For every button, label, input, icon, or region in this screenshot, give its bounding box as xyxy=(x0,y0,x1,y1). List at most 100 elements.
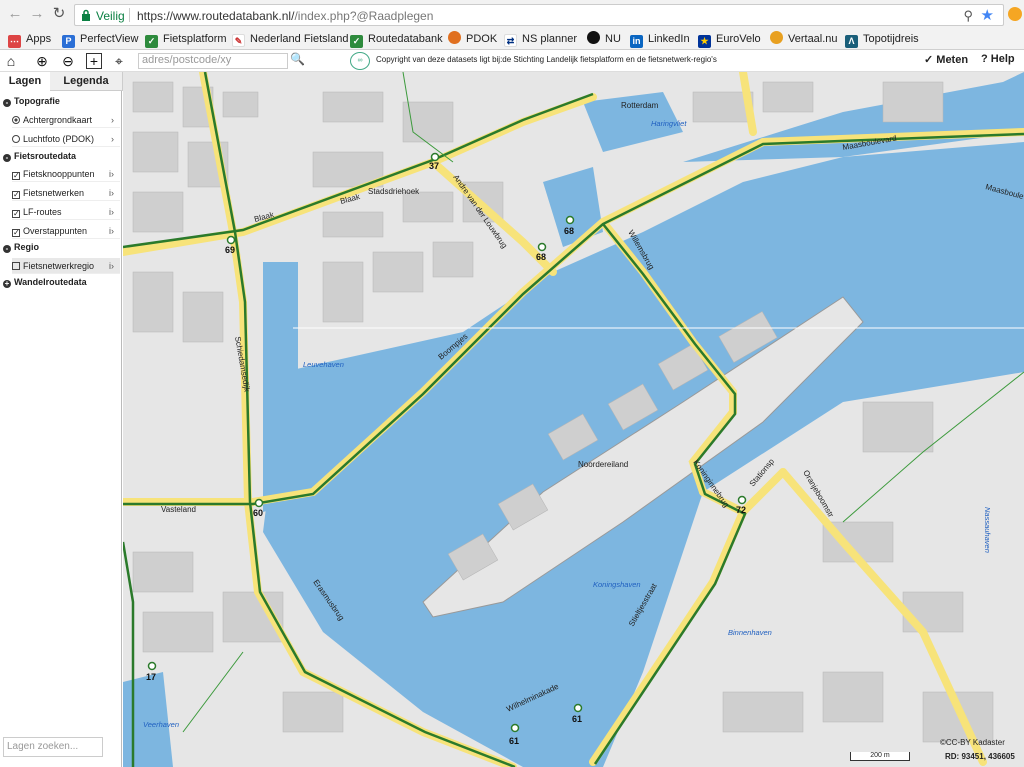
node-marker[interactable] xyxy=(537,242,547,252)
map-canvas[interactable]: Blaak Blaak Stadsdriehoek Andre van der … xyxy=(123,72,1024,767)
node-label[interactable]: 17 xyxy=(146,672,156,682)
extension-icon[interactable] xyxy=(1008,7,1022,21)
node-marker[interactable] xyxy=(430,152,440,162)
eurovelo-icon: ★ xyxy=(698,35,711,48)
checkbox-icon[interactable]: ✓ xyxy=(12,172,20,180)
bookmark-routedatabank[interactable]: ✓ Routedatabank xyxy=(350,31,443,48)
zoom-box-icon[interactable]: + xyxy=(86,53,102,69)
question-icon: ? xyxy=(981,53,991,65)
bookmark-fietsplatform[interactable]: ✓ Fietsplatform xyxy=(145,31,227,48)
zoom-icon[interactable]: ⚲ xyxy=(963,8,973,24)
checkbox-icon[interactable]: ✓ xyxy=(12,191,20,199)
bookmark-label: Nederland Fietsland xyxy=(250,33,349,45)
node-label[interactable]: 72 xyxy=(736,505,746,515)
bookmark-label: NU xyxy=(605,33,621,45)
chevron-right-icon[interactable]: › xyxy=(111,131,114,147)
security-label: Veilig xyxy=(96,9,125,23)
node-marker[interactable] xyxy=(254,498,264,508)
chevron-right-icon[interactable]: › xyxy=(111,112,114,128)
tab-lagen[interactable]: Lagen xyxy=(0,72,50,91)
node-marker[interactable] xyxy=(565,215,575,225)
layer-fietsnetwerkregio[interactable]: Fietsnetwerkregio i› xyxy=(12,258,120,274)
checkbox-icon[interactable] xyxy=(12,262,20,270)
checkbox-icon[interactable]: ✓ xyxy=(12,229,20,237)
locate-icon[interactable]: ⌖ xyxy=(110,52,128,70)
bookmark-fietsland[interactable]: ✎ Nederland Fietsland xyxy=(232,31,348,47)
bookmark-linkedin[interactable]: in LinkedIn xyxy=(630,31,690,48)
scale-bar: 200 m xyxy=(850,752,910,761)
radio-icon[interactable] xyxy=(12,116,20,124)
place-label: Rotterdam xyxy=(621,101,659,110)
search-icon[interactable]: 🔍 xyxy=(290,52,305,66)
group-wandelroutedata[interactable]: + Wandelroutedata xyxy=(3,277,87,288)
zoom-out-icon[interactable]: ⊖ xyxy=(59,52,77,70)
bookmark-topotijdreis[interactable]: Λ Topotijdreis xyxy=(845,31,919,48)
map-svg[interactable]: Blaak Blaak Stadsdriehoek Andre van der … xyxy=(123,72,1024,767)
layer-fietsnetwerken[interactable]: ✓ Fietsnetwerken i› xyxy=(12,185,120,201)
water-label: Veerhaven xyxy=(143,720,179,729)
bookmark-vertaal[interactable]: Vertaal.nu xyxy=(770,31,838,47)
bookmark-ns[interactable]: ⇄ NS planner xyxy=(504,31,577,47)
bookmark-apps[interactable]: ⋯ Apps xyxy=(8,31,51,48)
info-icon[interactable]: i› xyxy=(109,223,114,239)
checkbox-icon[interactable]: ✓ xyxy=(12,210,20,218)
layer-lf-routes[interactable]: ✓ LF-routes i› xyxy=(12,204,120,220)
tab-legenda[interactable]: Legenda xyxy=(56,72,116,91)
group-topografie[interactable]: - Topografie xyxy=(3,96,60,107)
group-label: Fietsroutedata xyxy=(14,151,77,161)
node-label[interactable]: 69 xyxy=(225,245,235,255)
coordinate-readout: RD: 93451, 436605 xyxy=(945,752,1015,761)
node-label[interactable]: 60 xyxy=(253,508,263,518)
address-bar[interactable]: Veilig https://www.routedatabank.nl//ind… xyxy=(74,4,1004,26)
bookmark-label: PDOK xyxy=(466,33,498,45)
place-label: Noordereiland xyxy=(578,460,628,469)
layer-achtergrondkaart[interactable]: Achtergrondkaart › xyxy=(12,112,120,128)
help-button[interactable]: ? Help xyxy=(981,53,1015,65)
node-label[interactable]: 37 xyxy=(429,161,439,171)
info-icon[interactable]: i› xyxy=(109,185,114,201)
back-icon[interactable]: ← xyxy=(6,5,24,23)
layer-fietsknooppunten[interactable]: ✓ Fietsknooppunten i› xyxy=(12,166,120,182)
info-icon[interactable]: i› xyxy=(109,258,114,274)
water-label: Haringvliet xyxy=(651,119,687,128)
bookmark-pdok[interactable]: PDOK xyxy=(448,31,497,47)
home-icon[interactable]: ⌂ xyxy=(2,52,20,70)
node-marker[interactable] xyxy=(147,661,157,671)
measure-button[interactable]: ✓ Meten xyxy=(924,53,968,66)
collapse-icon: - xyxy=(3,245,11,253)
bookmarks-bar: ⋯ Apps P PerfectView ✓ Fietsplatform ✎ Neder… xyxy=(0,29,1024,49)
reload-icon[interactable]: ↻ xyxy=(50,5,68,23)
node-marker[interactable] xyxy=(510,723,520,733)
zoom-in-icon[interactable]: ⊕ xyxy=(33,52,51,70)
node-marker[interactable] xyxy=(573,703,583,713)
expand-icon: + xyxy=(3,279,11,288)
water-label: Binnenhaven xyxy=(728,628,772,637)
bookmark-label: PerfectView xyxy=(80,33,139,45)
node-marker[interactable] xyxy=(737,495,747,505)
node-label[interactable]: 68 xyxy=(536,252,546,262)
layer-overstappunten[interactable]: ✓ Overstappunten i› xyxy=(12,223,120,239)
node-label[interactable]: 61 xyxy=(509,736,519,746)
node-marker[interactable] xyxy=(226,235,236,245)
layer-search-input[interactable]: Lagen zoeken... xyxy=(3,737,103,757)
bookmark-nu[interactable]: NU xyxy=(587,31,621,47)
layer-label: LF-routes xyxy=(23,207,62,217)
help-label: Help xyxy=(990,53,1015,65)
lock-icon xyxy=(82,9,90,21)
info-icon[interactable]: i› xyxy=(109,204,114,220)
forward-icon[interactable]: → xyxy=(28,5,46,23)
bookmark-perfectview[interactable]: P PerfectView xyxy=(62,31,139,48)
layer-luchtfoto[interactable]: Luchtfoto (PDOK) › xyxy=(12,131,120,147)
url-text[interactable]: https://www.routedatabank.nl//index.php?… xyxy=(137,9,433,23)
bookmark-eurovelo[interactable]: ★ EuroVelo xyxy=(698,31,761,48)
divider xyxy=(129,8,130,22)
group-fietsroutedata[interactable]: - Fietsroutedata xyxy=(3,151,76,162)
node-label[interactable]: 61 xyxy=(572,714,582,724)
radio-icon[interactable] xyxy=(12,135,20,143)
info-icon[interactable]: i› xyxy=(109,166,114,182)
layer-label: Overstappunten xyxy=(23,226,88,236)
address-search-input[interactable]: adres/postcode/xy xyxy=(138,53,288,69)
node-label[interactable]: 68 xyxy=(564,226,574,236)
group-regio[interactable]: - Regio xyxy=(3,242,39,253)
bookmark-star-icon[interactable]: ★ xyxy=(981,6,994,24)
